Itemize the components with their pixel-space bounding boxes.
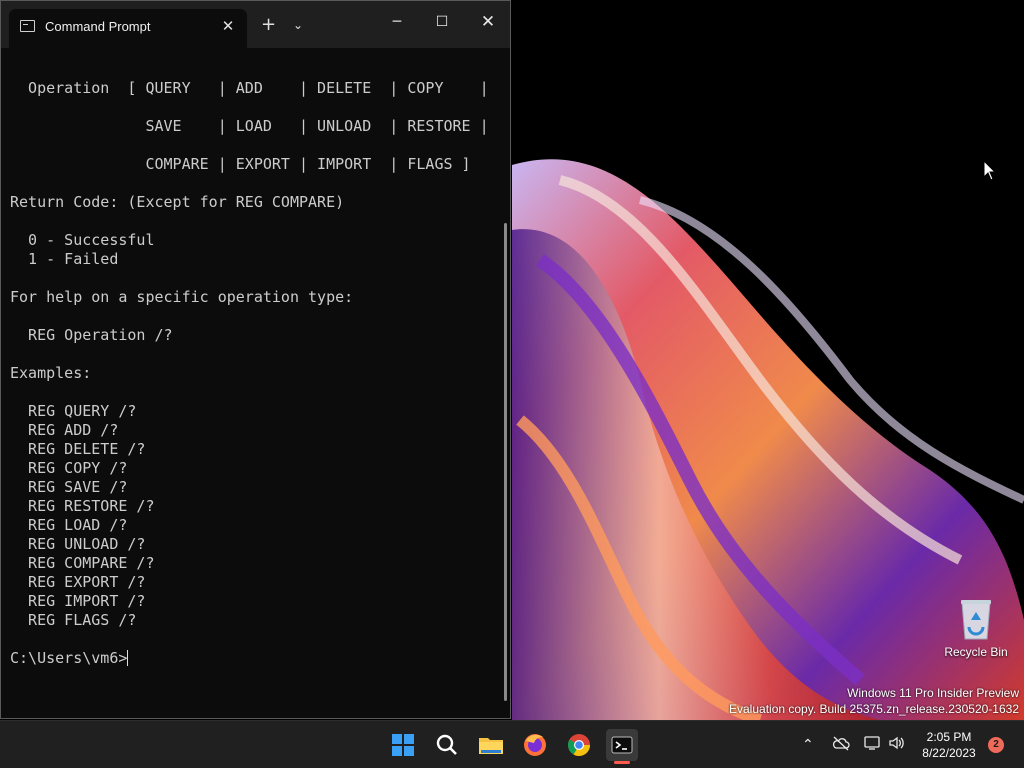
console-line: 1 - Failed xyxy=(10,250,119,268)
scrollbar[interactable] xyxy=(504,223,507,701)
running-app-indicator xyxy=(614,761,630,764)
tab-title: Command Prompt xyxy=(45,19,151,34)
console-line: REG LOAD /? xyxy=(10,516,128,534)
terminal-icon[interactable] xyxy=(606,729,638,761)
recycle-bin-shortcut[interactable]: Recycle Bin xyxy=(940,597,1012,659)
start-icon[interactable] xyxy=(387,729,419,761)
close-tab-icon[interactable]: ✕ xyxy=(217,15,239,37)
notification-badge[interactable]: 2 xyxy=(988,737,1004,753)
console-line: For help on a specific operation type: xyxy=(10,288,354,306)
console-line: REG SAVE /? xyxy=(10,478,128,496)
console-output[interactable]: Operation [ QUERY | ADD | DELETE | COPY … xyxy=(10,60,500,700)
volume-icon[interactable] xyxy=(888,735,906,751)
chevron-down-icon[interactable]: ⌄ xyxy=(293,15,303,35)
recycle-bin-label: Recycle Bin xyxy=(944,645,1008,659)
console-line: REG FLAGS /? xyxy=(10,611,137,629)
console-line: REG UNLOAD /? xyxy=(10,535,146,553)
console-line: REG ADD /? xyxy=(10,421,119,439)
command-prompt-line[interactable]: C:\Users\vm6> xyxy=(10,649,500,668)
new-tab-icon[interactable]: + xyxy=(261,15,276,35)
title-bar[interactable]: Command Prompt ✕ + ⌄ ─ ☐ ✕ xyxy=(1,1,510,48)
console-line: Examples: xyxy=(10,364,92,382)
console-line: REG COMPARE /? xyxy=(10,554,155,572)
console-line: REG COPY /? xyxy=(10,459,128,477)
console-line: REG DELETE /? xyxy=(10,440,146,458)
console-line: REG EXPORT /? xyxy=(10,573,146,591)
console-line: 0 - Successful xyxy=(10,231,155,249)
onedrive-icon[interactable] xyxy=(832,735,850,751)
mouse-pointer-icon xyxy=(983,160,997,181)
file-explorer-icon[interactable] xyxy=(475,729,507,761)
prompt-text: C:\Users\vm6> xyxy=(10,649,128,667)
system-clock[interactable]: 2:05 PM 8/22/2023 xyxy=(916,729,982,761)
console-line: COMPARE | EXPORT | IMPORT | FLAGS ] xyxy=(10,155,471,173)
watermark-edition: Windows 11 Pro Insider Preview xyxy=(847,686,1019,700)
minimize-button[interactable]: ─ xyxy=(377,9,417,37)
clock-date: 8/22/2023 xyxy=(922,746,976,760)
clock-time: 2:05 PM xyxy=(926,730,972,744)
close-window-button[interactable]: ✕ xyxy=(468,9,508,37)
console-line: Return Code: (Except for REG COMPARE) xyxy=(10,193,345,211)
os-watermark: Windows 11 Pro Insider Preview Evaluatio… xyxy=(729,685,1019,717)
command-prompt-icon xyxy=(20,20,35,32)
console-line: REG QUERY /? xyxy=(10,402,137,420)
show-hidden-icons-chevron-icon[interactable]: ⌃ xyxy=(802,735,814,755)
console-line: REG IMPORT /? xyxy=(10,592,146,610)
recycle-bin-icon xyxy=(961,600,991,640)
network-icon[interactable] xyxy=(864,735,882,751)
chrome-icon[interactable] xyxy=(563,729,595,761)
taskbar: ⌃ 2:05 PM 8/22/2023 xyxy=(0,720,1024,768)
console-line: Operation [ QUERY | ADD | DELETE | COPY … xyxy=(10,79,489,97)
search-icon[interactable] xyxy=(431,729,463,761)
watermark-build: Evaluation copy. Build 25375.zn_release.… xyxy=(729,702,1019,716)
command-prompt-window[interactable]: Command Prompt ✕ + ⌄ ─ ☐ ✕ Operation [ Q… xyxy=(0,0,511,719)
console-line: REG Operation /? xyxy=(10,326,173,344)
text-cursor xyxy=(127,650,129,666)
maximize-button[interactable]: ☐ xyxy=(422,9,462,37)
console-line: REG RESTORE /? xyxy=(10,497,155,515)
console-line: SAVE | LOAD | UNLOAD | RESTORE | xyxy=(10,117,489,135)
tab-command-prompt[interactable]: Command Prompt ✕ xyxy=(9,9,247,48)
firefox-icon[interactable] xyxy=(519,729,551,761)
